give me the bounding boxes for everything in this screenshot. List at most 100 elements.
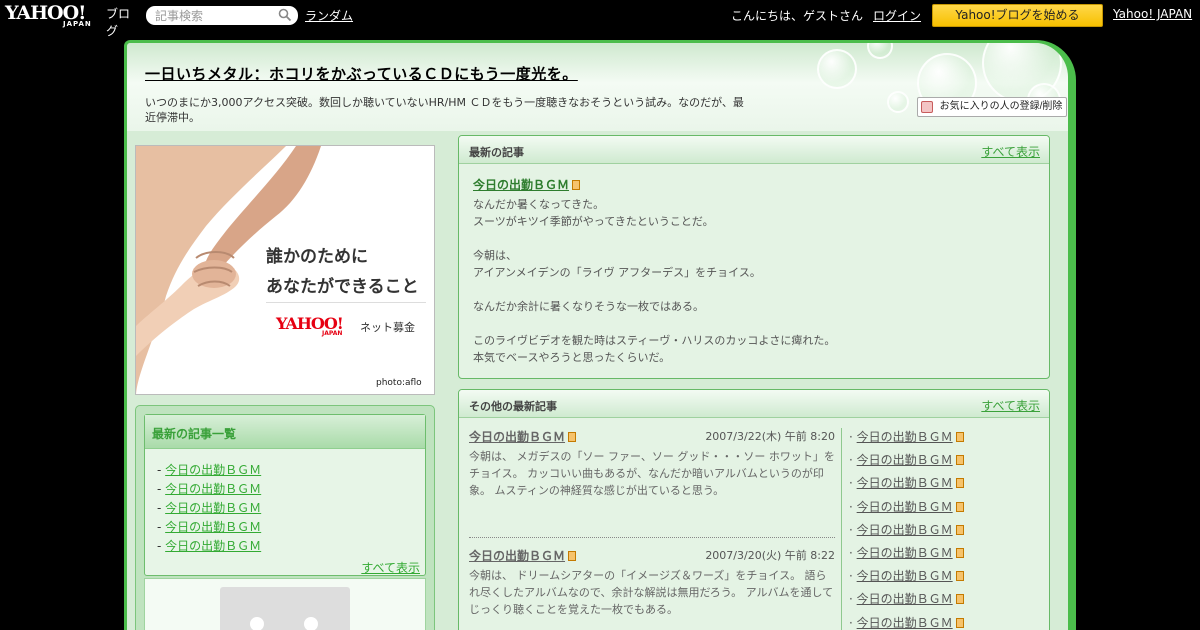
ad-divider: [266, 302, 426, 303]
yahoo-blog-logo[interactable]: YAHOO! JAPAN ブログ: [5, 2, 140, 38]
list-item: - 今日の出勤ＢＧＭ: [157, 539, 262, 553]
recent-article-link[interactable]: 今日の出勤ＢＧＭ: [165, 482, 261, 496]
recent-articles-box: 最新の記事一覧 - 今日の出勤ＢＧＭ - 今日の出勤ＢＧＭ - 今日の出勤ＢＧＭ…: [135, 405, 435, 630]
ad-headline-1: 誰かのために: [266, 247, 368, 267]
other-article-link[interactable]: 今日の出勤ＢＧＭ: [857, 546, 953, 560]
other-articles-header: その他の最新記事 すべて表示: [459, 390, 1049, 418]
greeting-text: こんにちは、ゲストさん: [731, 9, 864, 23]
list-item: - 今日の出勤ＢＧＭ: [157, 463, 262, 477]
entry-date: 2007/3/20(火) 午前 8:22: [705, 549, 835, 562]
latest-article-header: 最新の記事 すべて表示: [459, 136, 1049, 164]
hands-illustration: [136, 146, 321, 394]
decor-bubble: [817, 49, 857, 89]
article-line: このライヴビデオを観た時はスティーヴ・ハリスのカッコよさに痺れた。: [473, 334, 836, 347]
login-link[interactable]: ログイン: [873, 7, 921, 24]
latest-article-title[interactable]: 今日の出勤ＢＧＭ: [473, 178, 569, 192]
other-articles-list: · 今日の出勤ＢＧＭ · 今日の出勤ＢＧＭ · 今日の出勤ＢＧＭ · 今日の出勤…: [849, 428, 964, 630]
other-see-all-link[interactable]: すべて表示: [981, 397, 1040, 414]
entry-title[interactable]: 今日の出勤ＢＧＭ: [469, 430, 565, 444]
list-item: - 今日の出勤ＢＧＭ: [157, 482, 262, 496]
list-item: - 今日の出勤ＢＧＭ: [157, 501, 262, 515]
blog-header: 一日いちメタル：ホコリをかぶっているＣＤにもう一度光を。 いつのまにか3,000…: [127, 43, 1068, 131]
latest-see-all-link[interactable]: すべて表示: [981, 143, 1040, 160]
list-item: · 今日の出勤ＢＧＭ: [849, 567, 964, 590]
document-icon: [955, 571, 964, 582]
document-icon: [955, 501, 964, 512]
blog-description: いつのまにか3,000アクセス突破。数回しか聴いていないHR/HM ＣＤをもう一…: [145, 96, 744, 124]
entry-excerpt: 今朝は、 ドリームシアターの「イメージズ＆ワーズ」をチョイス。 語られ尽くしたア…: [469, 569, 834, 616]
list-item: · 今日の出勤ＢＧＭ: [849, 428, 964, 451]
latest-article-panel: 最新の記事 すべて表示 今日の出勤ＢＧＭ なんだか暑くなってきた。 スーツがキツ…: [458, 135, 1050, 379]
document-icon: [955, 594, 964, 605]
list-item: - 今日の出勤ＢＧＭ: [157, 520, 262, 534]
favorite-button[interactable]: お気に入りの人の登録/削除: [917, 97, 1067, 117]
entry-date: 2007/3/22(木) 午前 8:20: [705, 430, 835, 443]
avatar-eye: [250, 617, 264, 630]
list-item: · 今日の出勤ＢＧＭ: [849, 544, 964, 567]
latest-article-body: なんだか暑くなってきた。 スーツがキツイ季節がやってきたということだ。 今朝は、…: [473, 196, 835, 366]
start-blog-button[interactable]: Yahoo!ブログを始める: [932, 4, 1103, 27]
decor-bubble: [867, 43, 893, 59]
avatar[interactable]: [220, 587, 350, 630]
ad-yahoo-logo-sub: JAPAN: [322, 330, 343, 337]
document-icon: [955, 524, 964, 535]
document-icon: [955, 617, 964, 628]
article-line: アイアンメイデンの「ライヴ アフターデス」をチョイス。: [473, 266, 761, 279]
entry-title-row: 今日の出勤ＢＧＭ: [469, 428, 577, 445]
entry-title[interactable]: 今日の出勤ＢＧＭ: [469, 549, 565, 563]
list-item: · 今日の出勤ＢＧＭ: [849, 451, 964, 474]
article-line: 今朝は、: [473, 249, 517, 262]
list-item: · 今日の出勤ＢＧＭ: [849, 498, 964, 521]
other-articles-heading: その他の最新記事: [469, 400, 557, 413]
other-article-link[interactable]: 今日の出勤ＢＧＭ: [857, 453, 953, 467]
recent-article-link[interactable]: 今日の出勤ＢＧＭ: [165, 501, 261, 515]
ad-headline-2: あなたができること: [266, 277, 419, 297]
article-line: なんだか暑くなってきた。: [473, 198, 605, 211]
blog-title[interactable]: 一日いちメタル：ホコリをかぶっているＣＤにもう一度光を。: [145, 63, 578, 84]
random-link[interactable]: ランダム: [305, 7, 353, 24]
other-article-link[interactable]: 今日の出勤ＢＧＭ: [857, 500, 953, 514]
favorite-button-label: お気に入りの人の登録/削除: [939, 101, 1063, 112]
profile-box: [144, 578, 426, 630]
logo-japan: JAPAN: [63, 20, 92, 28]
recent-articles-title: 最新の記事一覧: [152, 427, 237, 441]
article-line: なんだか余計に暑くなりそうな一枚ではある。: [473, 300, 704, 313]
recent-articles-header: 最新の記事一覧: [145, 415, 425, 449]
article-line: 本気でベースやろうと思ったくらいだ。: [473, 351, 671, 364]
other-article-link[interactable]: 今日の出勤ＢＧＭ: [857, 476, 953, 490]
ad-photo-credit: photo:aflo: [376, 378, 422, 388]
top-bar: YAHOO! JAPAN ブログ ランダム こんにちは、ゲストさん ログイン Y…: [0, 0, 1200, 38]
list-item: · 今日の出勤ＢＧＭ: [849, 590, 964, 613]
document-icon: [955, 432, 964, 442]
recent-articles-see-all[interactable]: すべて表示: [361, 559, 420, 576]
entry-excerpt: 今朝は、 メガデスの「ソー ファー、ソー グッド・・・ソー ホワット」をチョイス…: [469, 450, 835, 497]
recent-article-link[interactable]: 今日の出勤ＢＧＭ: [165, 463, 261, 477]
document-icon: [955, 455, 964, 466]
list-item: · 今日の出勤ＢＧＭ: [849, 614, 964, 630]
other-article-link[interactable]: 今日の出勤ＢＧＭ: [857, 523, 953, 537]
donation-ad-banner[interactable]: 誰かのために あなたができること YAHOO! JAPAN ネット募金 phot…: [135, 145, 435, 395]
document-icon: [955, 478, 964, 489]
other-article-link[interactable]: 今日の出勤ＢＧＭ: [857, 592, 953, 606]
article-line: [473, 315, 835, 332]
article-line: [473, 281, 835, 298]
document-icon: [572, 180, 581, 190]
other-articles-panel: その他の最新記事 すべて表示 今日の出勤ＢＧＭ 2007/3/22(木) 午前 …: [458, 389, 1050, 630]
recent-article-link[interactable]: 今日の出勤ＢＧＭ: [165, 539, 261, 553]
recent-articles-list: - 今日の出勤ＢＧＭ - 今日の出勤ＢＧＭ - 今日の出勤ＢＧＭ - 今日の出勤…: [157, 461, 261, 556]
document-icon: [955, 547, 964, 558]
list-item: · 今日の出勤ＢＧＭ: [849, 521, 964, 544]
other-article-link[interactable]: 今日の出勤ＢＧＭ: [857, 569, 953, 583]
other-article-link[interactable]: 今日の出勤ＢＧＭ: [857, 616, 953, 630]
list-item: · 今日の出勤ＢＧＭ: [849, 474, 964, 497]
other-article-link[interactable]: 今日の出勤ＢＧＭ: [857, 430, 953, 444]
logo-blog: ブログ: [106, 7, 131, 38]
search-icon[interactable]: [278, 8, 292, 22]
document-icon: [568, 551, 577, 561]
latest-article-heading: 最新の記事: [469, 146, 524, 159]
favorite-icon: [921, 101, 933, 113]
yahoo-japan-link[interactable]: Yahoo! JAPAN: [1113, 7, 1192, 21]
recent-article-link[interactable]: 今日の出勤ＢＧＭ: [165, 520, 261, 534]
search-input[interactable]: [146, 6, 298, 25]
column-divider: [841, 428, 842, 630]
